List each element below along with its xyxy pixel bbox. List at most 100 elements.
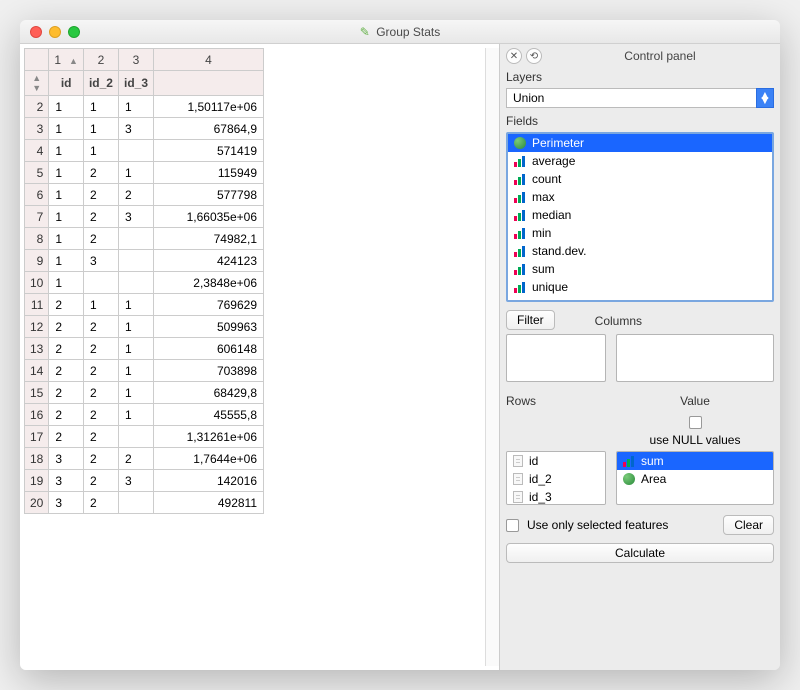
dropdown-arrows-icon[interactable]: ▲▼ (756, 88, 774, 108)
group-header[interactable]: 1▲ (49, 49, 84, 71)
minimize-icon[interactable] (49, 26, 61, 38)
zoom-icon[interactable] (68, 26, 80, 38)
cell[interactable]: 1 (83, 118, 118, 140)
list-item[interactable]: count (508, 170, 772, 188)
cell[interactable]: 424123 (154, 250, 264, 272)
list-item[interactable]: average (508, 152, 772, 170)
rows-drop[interactable]: idid_2id_3 (506, 451, 606, 505)
cell[interactable]: 1 (118, 338, 153, 360)
list-item[interactable]: id_2 (507, 470, 605, 488)
cell[interactable]: 1 (49, 140, 84, 162)
close-panel-icon[interactable]: ✕ (506, 48, 522, 64)
table-row[interactable]: 19323142016 (25, 470, 264, 492)
cell[interactable]: 68429,8 (154, 382, 264, 404)
cell[interactable]: 2 (83, 228, 118, 250)
table-row[interactable]: 2032492811 (25, 492, 264, 514)
cell[interactable]: 2 (49, 426, 84, 448)
table-row[interactable]: 183221,7644e+06 (25, 448, 264, 470)
cell[interactable]: 2 (49, 382, 84, 404)
table-row[interactable]: 11211769629 (25, 294, 264, 316)
cell[interactable] (118, 492, 153, 514)
cell[interactable]: 2 (83, 448, 118, 470)
cell[interactable]: 2 (83, 382, 118, 404)
cell[interactable]: 2 (49, 294, 84, 316)
col-header[interactable]: id_2 (83, 71, 118, 96)
list-item[interactable]: min (508, 224, 772, 242)
cell[interactable]: 1 (83, 96, 118, 118)
cell[interactable]: 45555,8 (154, 404, 264, 426)
cell[interactable] (118, 140, 153, 162)
columns-drop[interactable] (616, 334, 774, 382)
cell[interactable]: 2 (118, 448, 153, 470)
cell[interactable]: 1 (49, 96, 84, 118)
list-item[interactable]: id (507, 452, 605, 470)
cell[interactable]: 142016 (154, 470, 264, 492)
list-item[interactable]: Area (617, 470, 773, 488)
list-item[interactable]: id_3 (507, 488, 605, 505)
cell[interactable]: 2 (83, 338, 118, 360)
cell[interactable]: 3 (49, 492, 84, 514)
cell[interactable]: 2 (49, 338, 84, 360)
cell[interactable]: 1 (118, 360, 153, 382)
cell[interactable]: 2 (83, 404, 118, 426)
filter-drop[interactable] (506, 334, 606, 382)
table-row[interactable]: 5121115949 (25, 162, 264, 184)
col-header[interactable] (154, 71, 264, 96)
cell[interactable]: 577798 (154, 184, 264, 206)
cell[interactable] (118, 272, 153, 294)
cell[interactable]: 509963 (154, 316, 264, 338)
list-item[interactable]: max (508, 188, 772, 206)
cell[interactable]: 1 (83, 140, 118, 162)
cell[interactable]: 1 (49, 206, 84, 228)
list-item[interactable]: median (508, 206, 772, 224)
cell[interactable]: 1 (49, 162, 84, 184)
col-header[interactable]: id_3 (118, 71, 153, 96)
cell[interactable]: 1 (118, 162, 153, 184)
cell[interactable]: 1 (49, 118, 84, 140)
cell[interactable]: 2 (49, 404, 84, 426)
cell[interactable]: 2 (49, 316, 84, 338)
cell[interactable]: 2 (83, 184, 118, 206)
calculate-button[interactable]: Calculate (506, 543, 774, 563)
group-header[interactable]: 2 (83, 49, 118, 71)
cell[interactable]: 703898 (154, 360, 264, 382)
list-item[interactable]: unique (508, 278, 772, 296)
cell[interactable]: 1 (118, 404, 153, 426)
list-item[interactable]: variance (508, 296, 772, 302)
vertical-scrollbar[interactable] (485, 48, 499, 666)
close-icon[interactable] (30, 26, 42, 38)
group-header[interactable]: 4 (154, 49, 264, 71)
list-item[interactable]: stand.dev. (508, 242, 772, 260)
cell[interactable]: 3 (83, 250, 118, 272)
cell[interactable]: 2 (83, 360, 118, 382)
value-drop[interactable]: sumArea (616, 451, 774, 505)
table-row[interactable]: 14221703898 (25, 360, 264, 382)
cell[interactable]: 3 (118, 206, 153, 228)
cell[interactable]: 1 (49, 272, 84, 294)
use-null-checkbox[interactable] (689, 416, 702, 429)
cell[interactable]: 2 (83, 470, 118, 492)
cell[interactable] (83, 272, 118, 294)
list-item[interactable]: sum (617, 452, 773, 470)
restore-panel-icon[interactable]: ⟲ (526, 48, 542, 64)
table-row[interactable]: 71231,66035e+06 (25, 206, 264, 228)
cell[interactable]: 1 (49, 184, 84, 206)
layers-select[interactable]: ▲▼ (506, 88, 774, 108)
table-scroll[interactable]: 1▲ 2 3 4 ▲▼ id id_2 id_3 (24, 48, 485, 666)
cell[interactable]: 1,31261e+06 (154, 426, 264, 448)
cell[interactable]: 1 (118, 382, 153, 404)
cell[interactable]: 1 (49, 250, 84, 272)
table-row[interactable]: 21111,50117e+06 (25, 96, 264, 118)
cell[interactable]: 3 (118, 118, 153, 140)
col-header[interactable]: id (49, 71, 84, 96)
cell[interactable]: 1 (118, 96, 153, 118)
layers-select-value[interactable] (506, 88, 756, 108)
cell[interactable]: 2 (83, 492, 118, 514)
table-row[interactable]: 411571419 (25, 140, 264, 162)
cell[interactable]: 1 (83, 294, 118, 316)
table-row[interactable]: 12221509963 (25, 316, 264, 338)
cell[interactable] (118, 426, 153, 448)
table-row[interactable]: 913424123 (25, 250, 264, 272)
list-item[interactable]: sum (508, 260, 772, 278)
cell[interactable]: 3 (118, 470, 153, 492)
